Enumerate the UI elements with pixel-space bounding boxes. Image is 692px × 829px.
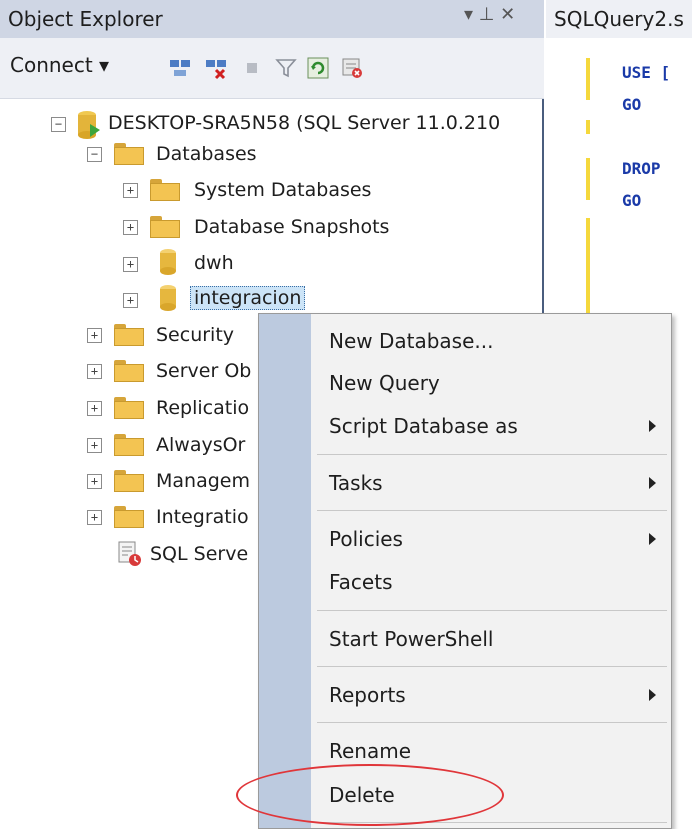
tree-item-replication[interactable]: Replicatio	[156, 397, 249, 419]
folder-icon	[114, 434, 144, 456]
menu-item-new-query[interactable]: New Query	[329, 371, 440, 395]
server-icon	[78, 111, 100, 139]
change-marker	[586, 120, 590, 134]
server-collapse-toggle[interactable]: −	[51, 117, 66, 132]
tree-item-sql-server-agent[interactable]: SQL Serve	[150, 543, 248, 565]
tree-item-server-objects[interactable]: Server Ob	[156, 360, 251, 382]
tree-item-security[interactable]: Security	[156, 324, 234, 346]
query-tab-title: SQLQuery2.s	[554, 7, 684, 31]
menu-item-facets[interactable]: Facets	[329, 570, 393, 594]
menu-item-reports[interactable]: Reports	[329, 683, 406, 707]
expand-toggle[interactable]: +	[123, 183, 138, 198]
tree-item-dwh[interactable]: dwh	[194, 252, 234, 274]
expand-toggle[interactable]: +	[123, 220, 138, 235]
database-icon	[160, 249, 176, 275]
server-node[interactable]: DESKTOP-SRA5N58 (SQL Server 11.0.210	[108, 112, 500, 134]
query-editor-tab[interactable]: SQLQuery2.s	[546, 0, 692, 39]
expand-toggle[interactable]: +	[87, 364, 102, 379]
database-icon	[160, 285, 176, 311]
code-line: DROP	[622, 159, 661, 178]
change-marker	[586, 58, 590, 100]
folder-icon	[150, 216, 180, 238]
code-line: GO	[622, 191, 642, 210]
folder-icon	[114, 397, 144, 419]
menu-item-tasks[interactable]: Tasks	[329, 471, 383, 495]
expand-toggle[interactable]: +	[87, 474, 102, 489]
menu-item-new-database[interactable]: New Database...	[329, 329, 493, 353]
delete-highlight-ring	[236, 764, 504, 826]
menu-item-start-powershell[interactable]: Start PowerShell	[329, 627, 493, 651]
disconnect-icon[interactable]	[204, 56, 228, 80]
menu-item-policies[interactable]: Policies	[329, 527, 403, 551]
sql-agent-icon	[118, 541, 141, 566]
folder-icon	[114, 143, 144, 165]
folder-icon	[114, 470, 144, 492]
expand-toggle[interactable]: +	[87, 438, 102, 453]
menu-separator	[317, 666, 667, 667]
object-explorer-title-bar: Object Explorer ▾ ⊥ ✕	[0, 0, 544, 39]
submenu-arrow-icon	[649, 533, 656, 545]
object-explorer-toolbar: Connect ▾	[0, 38, 544, 99]
tree-item-management[interactable]: Managem	[156, 470, 250, 492]
submenu-arrow-icon	[649, 689, 656, 701]
expand-toggle[interactable]: +	[123, 257, 138, 272]
menu-item-script-database-as[interactable]: Script Database as	[329, 414, 518, 438]
menu-icon-strip	[259, 314, 311, 828]
refresh-icon[interactable]	[306, 56, 330, 80]
folder-icon	[114, 506, 144, 528]
connect-object-explorer-icon[interactable]	[168, 56, 192, 80]
expand-toggle[interactable]: +	[87, 401, 102, 416]
submenu-arrow-icon	[649, 477, 656, 489]
menu-separator	[317, 510, 667, 511]
menu-separator	[317, 610, 667, 611]
submenu-arrow-icon	[649, 420, 656, 432]
expand-toggle[interactable]: +	[87, 510, 102, 525]
change-marker	[586, 158, 590, 200]
menu-item-rename[interactable]: Rename	[329, 739, 411, 763]
menu-separator	[317, 454, 667, 455]
code-line: USE [	[622, 63, 671, 82]
filter-icon[interactable]	[274, 56, 298, 80]
expand-toggle[interactable]: +	[123, 293, 138, 308]
code-line: GO	[622, 95, 642, 114]
panel-window-controls[interactable]: ▾ ⊥ ✕	[464, 4, 515, 25]
stop-icon[interactable]	[240, 56, 264, 80]
tree-item-integration[interactable]: Integratio	[156, 506, 249, 528]
tree-item-database-snapshots[interactable]: Database Snapshots	[194, 216, 389, 238]
expand-toggle[interactable]: +	[87, 328, 102, 343]
tree-item-integracion-selected[interactable]: integracion	[190, 286, 306, 310]
databases-collapse-toggle[interactable]: −	[87, 147, 102, 162]
tree-item-system-databases[interactable]: System Databases	[194, 179, 371, 201]
databases-folder[interactable]: Databases	[156, 143, 257, 165]
menu-separator	[317, 722, 667, 723]
activity-monitor-icon[interactable]	[340, 56, 364, 80]
tree-item-alwayson[interactable]: AlwaysOr	[156, 434, 245, 456]
folder-icon	[150, 179, 180, 201]
connect-button[interactable]: Connect ▾	[10, 53, 109, 77]
database-context-menu: New Database... New Query Script Databas…	[258, 313, 672, 829]
folder-icon	[114, 360, 144, 382]
folder-icon	[114, 324, 144, 346]
object-explorer-title: Object Explorer	[8, 7, 163, 31]
